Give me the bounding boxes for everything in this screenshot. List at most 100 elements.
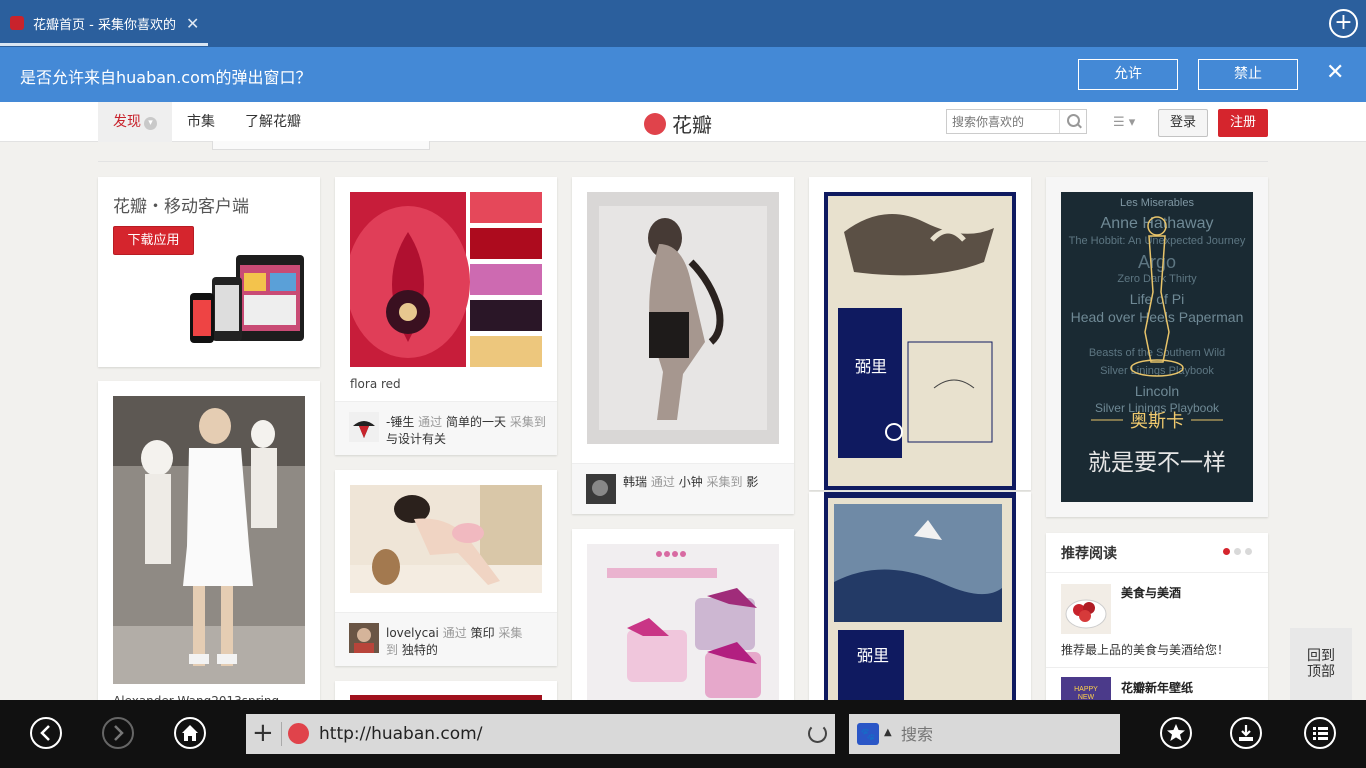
photo-image	[587, 192, 779, 444]
allow-popup-button[interactable]: 允许	[1078, 59, 1178, 90]
huaban-favicon-icon	[10, 16, 24, 30]
recommended-reading: 推荐阅读 美食与美酒 推荐最上品的美食与美酒给您！ HAPPY NEW YEAR…	[1046, 533, 1268, 711]
new-tab-button[interactable]: +	[1329, 9, 1358, 38]
carousel-dots[interactable]	[1223, 548, 1252, 555]
tab-title: 花瓣首页 - 采集你喜欢的	[33, 17, 176, 33]
pin-card-poster-2[interactable]: 弼里	[809, 492, 1031, 711]
pin-board[interactable]: 影	[746, 475, 758, 489]
popup-message: 是否允许来自huaban.com的弹出窗口？	[20, 68, 312, 87]
browser-tab-bar: 花瓣首页 - 采集你喜欢的 ✕ +	[0, 0, 1366, 47]
add-tab-icon[interactable]: +	[252, 718, 274, 748]
home-icon	[182, 725, 198, 741]
tab-huaban[interactable]: 花瓣首页 - 采集你喜欢的 ✕	[0, 0, 208, 46]
avatar[interactable]	[349, 623, 379, 653]
poster-brand-text: 弼里	[855, 357, 888, 376]
carousel-dot[interactable]	[1234, 548, 1241, 555]
url-text[interactable]: http://huaban.com/	[319, 724, 482, 744]
pin-source: lovelycai 通过 策印 采集 到 独特的	[335, 612, 557, 666]
pin-card-fashion[interactable]: Alexander Wang2013spring	[98, 381, 320, 711]
site-logo[interactable]: 花瓣	[644, 109, 712, 138]
pin-via-source[interactable]: 小钟	[679, 475, 703, 489]
close-icon[interactable]: ✕	[1326, 60, 1344, 85]
engine-dropdown-icon[interactable]: ▲	[884, 727, 892, 738]
divider	[1046, 572, 1268, 573]
svg-text:Silver Linings Playbook: Silver Linings Playbook	[1100, 365, 1214, 377]
download-app-button[interactable]: 下载应用	[113, 226, 194, 255]
reload-icon[interactable]	[808, 724, 827, 743]
menu-button[interactable]	[1304, 717, 1336, 749]
app-card-title: 花瓣・移动客户端	[113, 197, 249, 217]
nav-market[interactable]: 市集	[172, 102, 230, 142]
download-icon	[1239, 725, 1253, 741]
favorites-button[interactable]	[1160, 717, 1192, 749]
svg-text:Lincoln: Lincoln	[1135, 383, 1179, 399]
huaban-logo-icon	[644, 112, 666, 135]
pin-card-flora-red[interactable]: flora red -锤生 通过 简单的一天 采集到 与设计有关	[335, 177, 557, 455]
food-thumbnail-image[interactable]	[1061, 584, 1111, 634]
svg-text:Argo: Argo	[1138, 252, 1176, 272]
pin-board[interactable]: 与设计有关	[386, 432, 446, 446]
back-button[interactable]	[30, 717, 62, 749]
pin-source: -锤生 通过 简单的一天 采集到 与设计有关	[335, 401, 557, 455]
baidu-paw-icon[interactable]: 🐾	[857, 723, 879, 745]
recommended-desc: 推荐最上品的美食与美酒给您！	[1061, 643, 1230, 657]
login-button[interactable]: 登录	[1158, 109, 1208, 137]
svg-text:HAPPY: HAPPY	[1074, 686, 1098, 693]
star-icon	[1167, 724, 1185, 741]
pin-card-lovelycai[interactable]: lovelycai 通过 策印 采集 到 独特的	[335, 470, 557, 666]
back-to-top-button[interactable]: 回到 顶部	[1290, 628, 1352, 702]
nav-about[interactable]: 了解花瓣	[230, 102, 316, 142]
pin-source: 韩瑞 通过 小钟 采集到 影	[572, 463, 794, 514]
chevron-right-icon	[114, 725, 124, 741]
carousel-dot[interactable]	[1223, 548, 1230, 555]
pin-board[interactable]: 独特的	[402, 643, 438, 657]
site-search-input[interactable]	[947, 110, 1057, 133]
filter-tabs[interactable]	[212, 141, 430, 150]
pin-caption: flora red	[350, 377, 401, 391]
svg-text:Les Miserables: Les Miserables	[1120, 197, 1194, 209]
pin-card-oscar[interactable]: Les Miserables Anne Hathaway The Hobbit:…	[1046, 177, 1268, 517]
chevron-down-icon: ▾	[144, 117, 157, 130]
browser-search-input[interactable]	[901, 722, 1101, 746]
close-tab-icon[interactable]: ✕	[186, 14, 199, 33]
runway-photo-image	[113, 396, 305, 684]
avatar[interactable]	[349, 412, 379, 442]
nav-discover[interactable]: 发现 ▾	[98, 102, 172, 142]
candy-photo-image	[587, 544, 779, 704]
block-popup-button[interactable]: 禁止	[1198, 59, 1298, 90]
chevron-left-icon	[40, 725, 50, 741]
pin-user[interactable]: 韩瑞	[623, 475, 647, 489]
photo-image	[350, 485, 542, 593]
list-view-icon[interactable]: ☰ ▾	[1113, 115, 1143, 130]
oscar-title: 奥斯卡	[1130, 411, 1184, 432]
home-button[interactable]	[174, 717, 206, 749]
forward-button[interactable]	[102, 717, 134, 749]
pin-card-poster[interactable]: 弼里	[809, 177, 1031, 490]
carousel-dot[interactable]	[1245, 548, 1252, 555]
pin-via-source[interactable]: 简单的一天	[446, 415, 506, 429]
pin-user[interactable]: lovelycai	[386, 626, 439, 640]
devices-image	[190, 255, 304, 343]
active-tab-indicator	[0, 43, 208, 46]
svg-text:Head over Heels Paperman: Head over Heels Paperman	[1071, 309, 1244, 325]
site-nav: 发现 ▾ 市集 了解花瓣	[98, 102, 316, 142]
recommended-header: 推荐阅读	[1061, 546, 1117, 562]
poster-image	[824, 492, 1016, 711]
svg-text:Beasts of the Southern Wild: Beasts of the Southern Wild	[1089, 347, 1225, 359]
recommended-title[interactable]: 美食与美酒	[1121, 584, 1181, 601]
pin-via-source[interactable]: 策印	[471, 626, 495, 640]
download-button[interactable]	[1230, 717, 1262, 749]
search-icon[interactable]	[1059, 110, 1086, 133]
palette-image	[350, 192, 542, 367]
popup-permission-bar: 是否允许来自huaban.com的弹出窗口？ 允许 禁止 ✕	[0, 47, 1366, 102]
pin-user[interactable]: -锤生	[386, 415, 414, 429]
poster-image	[824, 192, 1016, 490]
pin-card-candy[interactable]	[572, 529, 794, 711]
oscar-tagline: 就是要不一样	[1088, 450, 1226, 476]
address-bar[interactable]: + http://huaban.com/	[246, 714, 835, 754]
recommended-title[interactable]: 花瓣新年壁纸	[1121, 679, 1193, 696]
avatar[interactable]	[586, 474, 616, 504]
menu-list-icon	[1313, 727, 1328, 740]
register-button[interactable]: 注册	[1218, 109, 1268, 137]
pin-card-model[interactable]: 韩瑞 通过 小钟 采集到 影	[572, 177, 794, 514]
